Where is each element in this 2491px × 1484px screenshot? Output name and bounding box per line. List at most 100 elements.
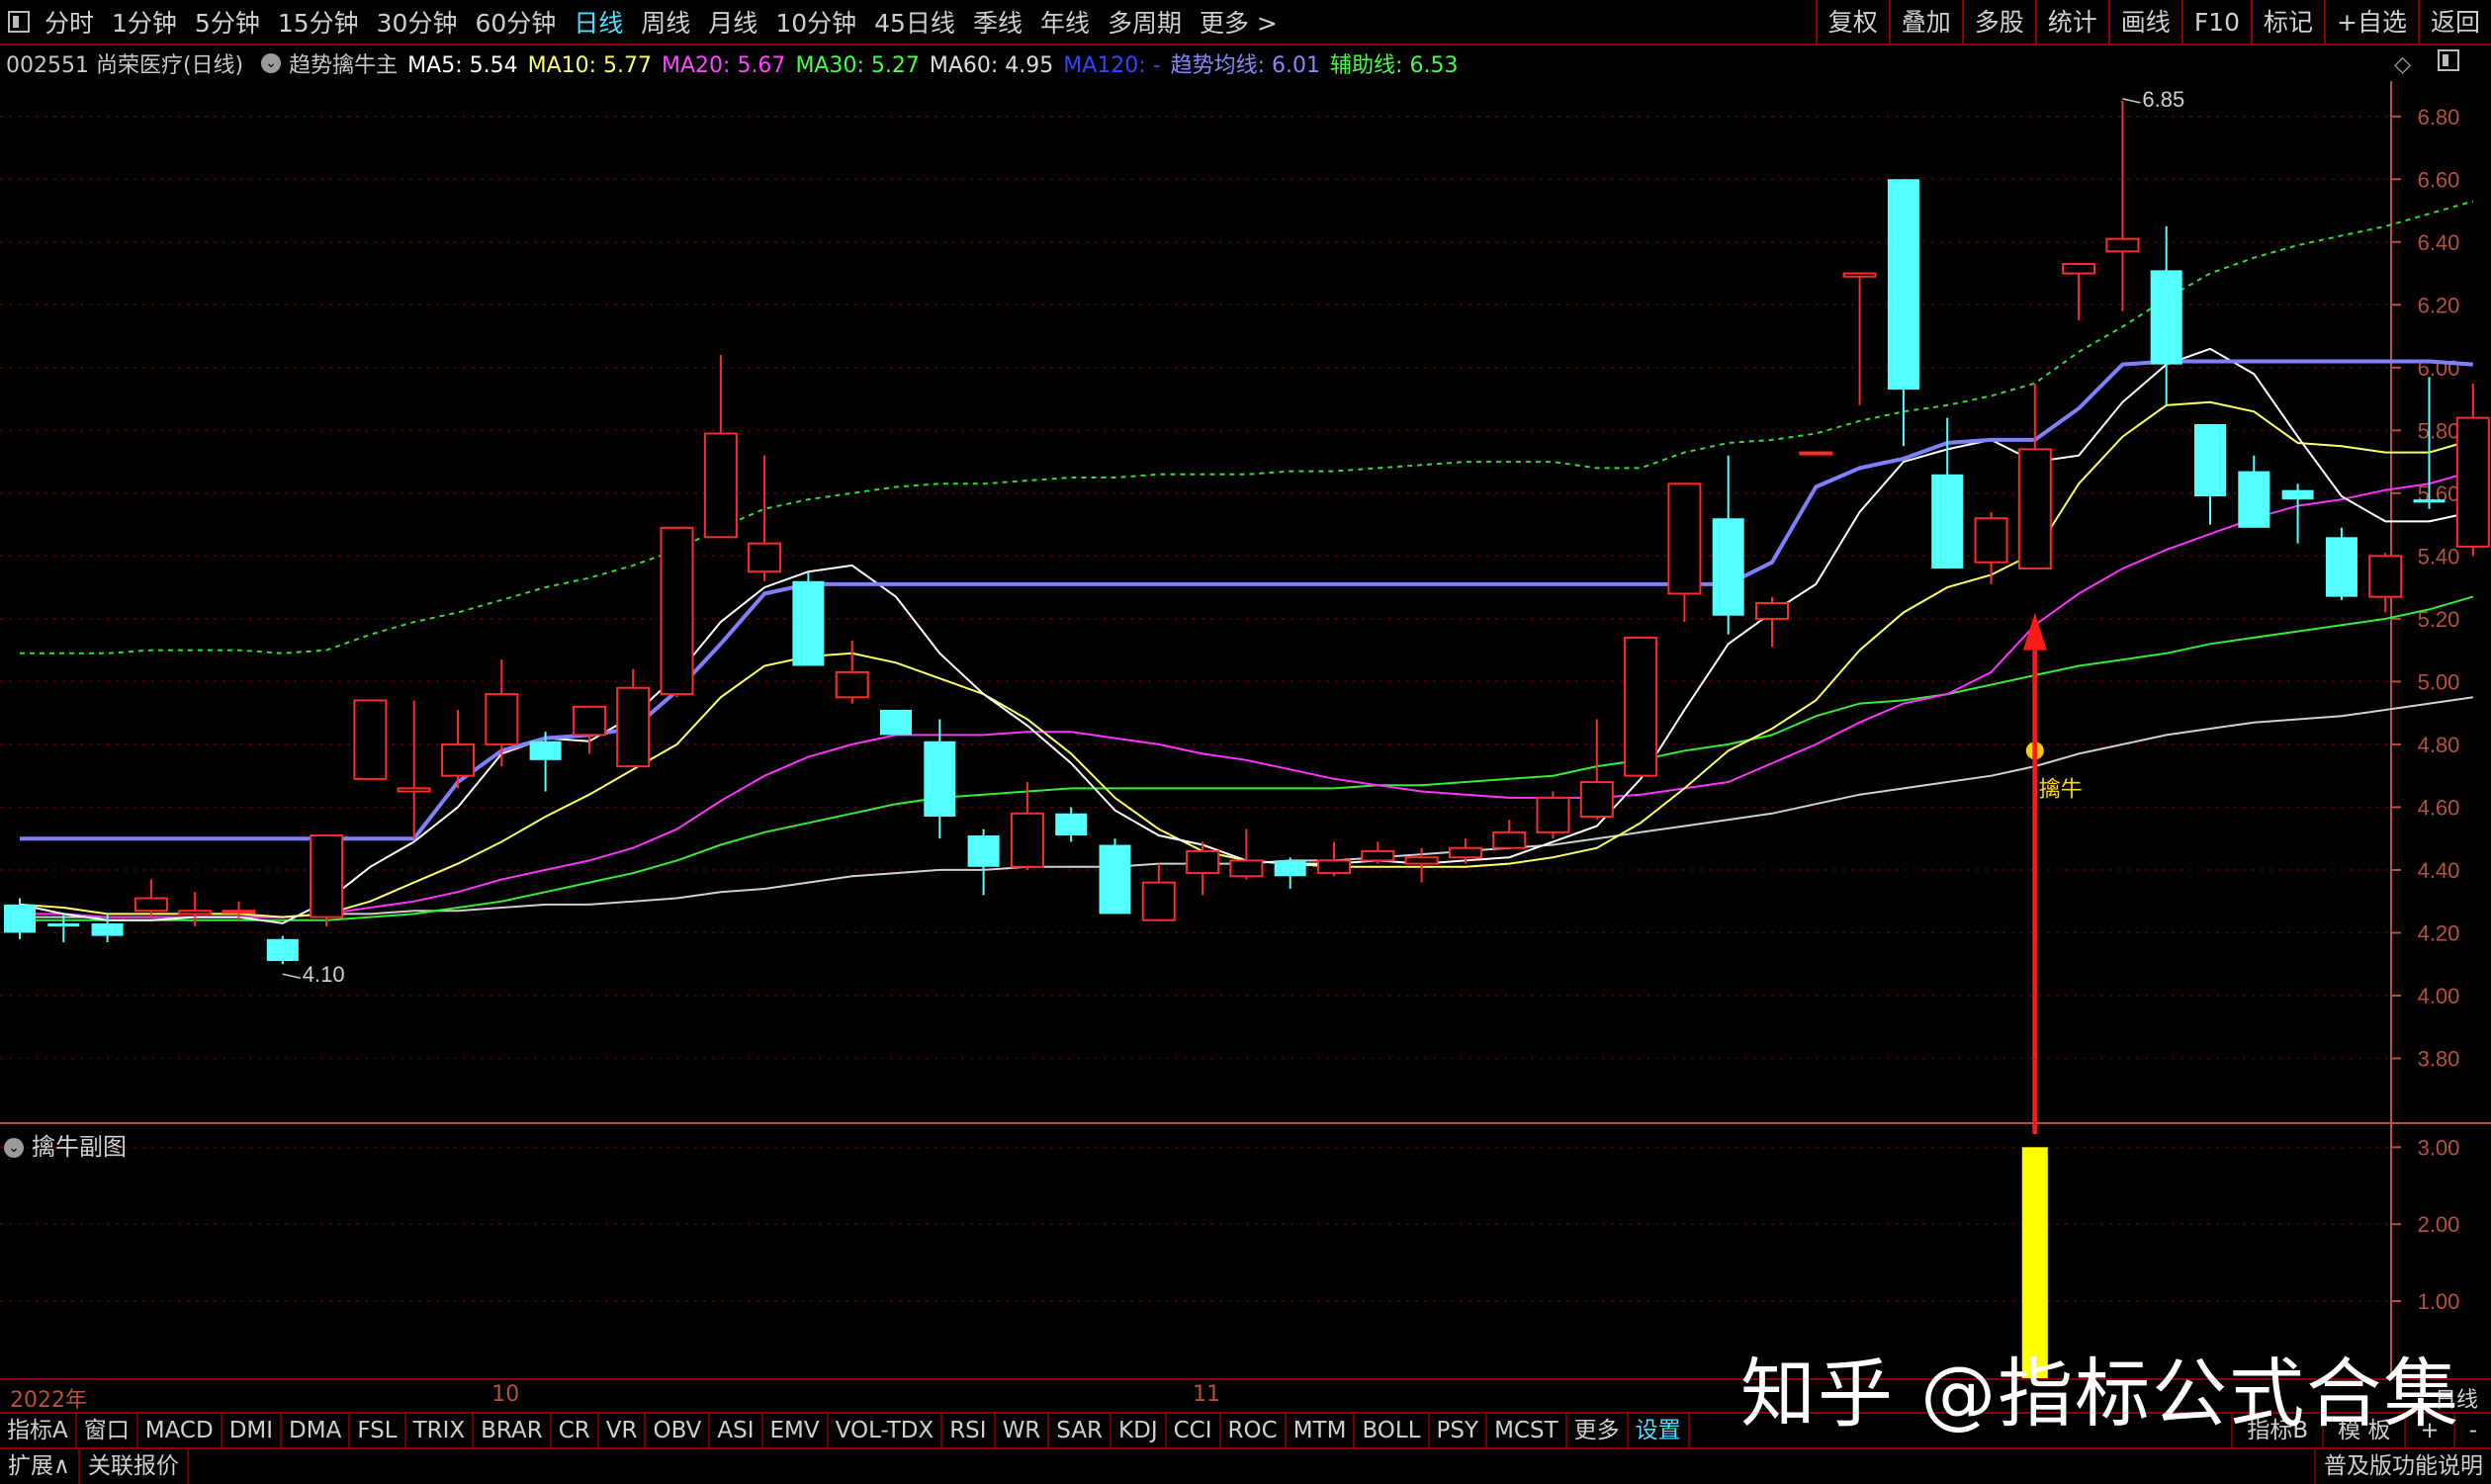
indicator-tab-5[interactable]: FSL [350, 1414, 406, 1447]
candle[interactable] [1667, 482, 1702, 623]
candle[interactable] [1055, 807, 1088, 842]
candle[interactable] [2368, 553, 2403, 613]
period-tab-10[interactable]: 45日线 [865, 4, 964, 40]
indicator-tab-12[interactable]: EMV [763, 1414, 829, 1447]
toolbar-button-4[interactable]: 画线 [2107, 0, 2181, 45]
candle[interactable] [1361, 841, 1395, 864]
candle[interactable] [2150, 225, 2182, 405]
candle[interactable] [703, 355, 738, 539]
indicator-tab-21[interactable]: BOLL [1355, 1414, 1430, 1447]
candle[interactable] [572, 705, 606, 754]
candle[interactable] [660, 526, 694, 698]
indicator-tab-13[interactable]: VOL-TDX [829, 1414, 943, 1447]
period-tab-8[interactable]: 月线 [699, 4, 766, 40]
indicator-tab-11[interactable]: ASI [710, 1414, 763, 1447]
indicator-tab-6[interactable]: TRIX [406, 1414, 475, 1447]
indicator-tab-14[interactable]: RSI [942, 1414, 996, 1447]
candle[interactable] [1842, 272, 1877, 405]
indicator-tab-19[interactable]: ROC [1221, 1414, 1287, 1447]
candle[interactable] [353, 699, 388, 780]
indicator-tab-16[interactable]: SAR [1049, 1414, 1112, 1447]
candle[interactable] [924, 719, 956, 839]
candle[interactable] [1887, 179, 1919, 447]
candle[interactable] [2017, 383, 2052, 570]
indicator-tab-0[interactable]: 指标A [0, 1414, 77, 1447]
indicator-tab-7[interactable]: BRAR [474, 1414, 552, 1447]
window-restore-icon[interactable] [8, 11, 30, 33]
indicator-tab-8[interactable]: CR [552, 1414, 599, 1447]
period-tab-4[interactable]: 30分钟 [368, 4, 467, 40]
indicator-tab-18[interactable]: CCI [1167, 1414, 1221, 1447]
candle[interactable] [2194, 423, 2226, 525]
candle[interactable] [1492, 820, 1527, 849]
candle[interactable] [1755, 596, 1789, 648]
candle[interactable] [835, 641, 869, 704]
indicator-tab-24[interactable]: 更多 [1567, 1414, 1629, 1447]
candle[interactable] [1799, 451, 1833, 456]
indicator-tab-4[interactable]: DMA [282, 1414, 351, 1447]
period-tab-3[interactable]: 15分钟 [269, 4, 368, 40]
toolbar-button-2[interactable]: 多股 [1961, 0, 2035, 45]
period-tab-11[interactable]: 季线 [964, 4, 1031, 40]
indicator-tab-3[interactable]: DMI [222, 1414, 283, 1447]
candle[interactable] [133, 879, 168, 917]
candle[interactable] [2281, 483, 2314, 544]
period-tab-1[interactable]: 1分钟 [103, 4, 186, 40]
indicator-tab-9[interactable]: VR [599, 1414, 647, 1447]
toolbar-button-1[interactable]: 叠加 [1888, 0, 1962, 45]
period-tab-6[interactable]: 日线 [565, 4, 632, 40]
candle[interactable] [1010, 782, 1044, 870]
period-tab-9[interactable]: 10分钟 [766, 4, 865, 40]
indicator-name[interactable]: 趋势擒牛主 [289, 47, 398, 79]
candle[interactable] [748, 455, 782, 581]
candle[interactable] [1624, 636, 1658, 777]
diamond-icon[interactable]: ◇ [2394, 52, 2411, 77]
candle[interactable] [2238, 455, 2270, 528]
candle[interactable] [1274, 857, 1306, 889]
period-tab-13[interactable]: 多周期 [1099, 4, 1191, 40]
candle[interactable] [1712, 455, 1744, 635]
candle[interactable] [2105, 100, 2140, 311]
period-tab-14[interactable]: 更多 > [1191, 4, 1287, 40]
kline-chart[interactable]: 3.804.004.204.404.604.805.005.205.405.60… [0, 81, 2491, 1378]
indicator-tab-22[interactable]: PSY [1430, 1414, 1488, 1447]
period-tab-2[interactable]: 5分钟 [186, 4, 269, 40]
indicator-tab-15[interactable]: WR [996, 1414, 1050, 1447]
toolbar-button-8[interactable]: 返回 [2417, 0, 2491, 45]
candle[interactable] [1536, 791, 1570, 839]
indicator-dropdown-icon[interactable]: ⌄ [261, 53, 282, 73]
edition-info-link[interactable]: 普及版功能说明 [2314, 1449, 2491, 1484]
related-quotes-button[interactable]: 关联报价 [80, 1449, 189, 1484]
candle[interactable] [967, 829, 1000, 896]
panel-toggle-icon[interactable] [2438, 49, 2459, 71]
candle[interactable] [1141, 863, 1176, 921]
candle[interactable] [616, 668, 651, 768]
toolbar-button-0[interactable]: 复权 [1815, 0, 1889, 45]
candle[interactable] [2062, 263, 2096, 321]
toolbar-button-6[interactable]: 标记 [2251, 0, 2324, 45]
candle[interactable] [1974, 511, 2008, 584]
candle[interactable] [47, 914, 80, 942]
indicator-tab-1[interactable]: 窗口 [77, 1414, 138, 1447]
candle[interactable] [880, 709, 912, 736]
expand-button[interactable]: 扩展∧ [0, 1449, 80, 1484]
candle[interactable] [266, 935, 299, 965]
period-tab-0[interactable]: 分时 [36, 4, 103, 40]
indicator-tab-10[interactable]: OBV [646, 1414, 711, 1447]
candle[interactable] [2455, 383, 2490, 557]
indicator-tab-25[interactable]: 设置 [1629, 1414, 1690, 1447]
toolbar-button-3[interactable]: 统计 [2034, 0, 2108, 45]
period-tab-5[interactable]: 60分钟 [466, 4, 565, 40]
candle[interactable] [178, 892, 213, 927]
indicator-tab-2[interactable]: MACD [138, 1414, 222, 1447]
candle[interactable] [310, 834, 344, 927]
indicator-tab-23[interactable]: MCST [1487, 1414, 1567, 1447]
candle[interactable] [792, 571, 825, 666]
candle[interactable] [1099, 838, 1131, 915]
candle[interactable] [397, 700, 431, 839]
indicator-tab-17[interactable]: KDJ [1112, 1414, 1167, 1447]
indicator-tab-20[interactable]: MTM [1287, 1414, 1356, 1447]
candle[interactable] [441, 709, 475, 789]
subchart-dropdown-icon[interactable]: ⌄ [4, 1138, 24, 1158]
toolbar-button-7[interactable]: +自选 [2324, 0, 2418, 45]
